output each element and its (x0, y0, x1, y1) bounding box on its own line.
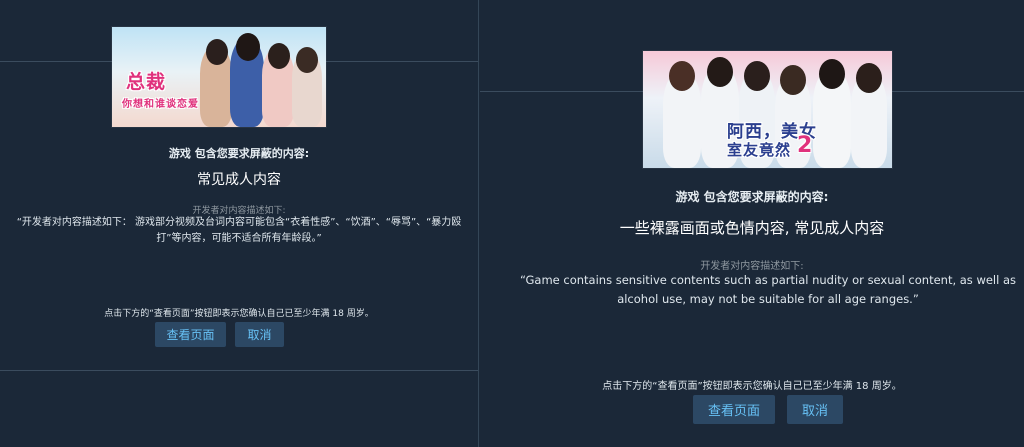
blocked-content-tags: 常见成人内容 (197, 172, 281, 188)
blocked-content-tags: 一些裸露画面或色情内容, 常见成人内容 (619, 219, 885, 237)
cancel-button[interactable]: 取消 (787, 395, 843, 424)
developer-description: “开发者对内容描述如下： 游戏部分视频及台词内容可能包含“衣着性感”、“饮酒”、… (16, 217, 462, 244)
game-capsule-image: 阿西，美女 室友竟然 2 (643, 51, 892, 168)
right-content-warning-panel: 阿西，美女 室友竟然 2 游戏 包含您要求屏蔽的内容: 一些裸露画面或色情内容,… (480, 0, 1024, 447)
age-confirm-notice: 点击下方的“查看页面”按钮即表示您确认自己已至少年满 18 周岁。 (602, 381, 902, 392)
view-page-button[interactable]: 查看页面 (155, 322, 226, 347)
capsule-logo-number: 2 (797, 133, 814, 158)
developer-description-label: 开发者对内容描述如下: (700, 261, 804, 272)
game-capsule-image: 总裁 你想和谁谈恋爱 (112, 27, 326, 127)
cancel-button[interactable]: 取消 (235, 322, 284, 347)
divider-bottom (0, 370, 478, 371)
view-page-button[interactable]: 查看页面 (693, 395, 775, 424)
capsule-logo-subtitle: 室友竟然 (727, 141, 792, 159)
blocked-content-heading: 游戏 包含您要求屏蔽的内容: (168, 147, 310, 160)
developer-description: “Game contains sensitive contents such a… (519, 273, 1017, 306)
capsule-logo-subtitle: 你想和谁谈恋爱 (122, 99, 199, 110)
capsule-logo-title: 总裁 (126, 71, 167, 93)
age-confirm-notice: 点击下方的“查看页面”按钮即表示您确认自己已至少年满 18 周岁。 (104, 309, 374, 319)
blocked-content-heading: 游戏 包含您要求屏蔽的内容: (675, 190, 829, 204)
left-content-warning-panel: 总裁 你想和谁谈恋爱 游戏 包含您要求屏蔽的内容: 常见成人内容 开发者对内容描… (0, 0, 479, 447)
